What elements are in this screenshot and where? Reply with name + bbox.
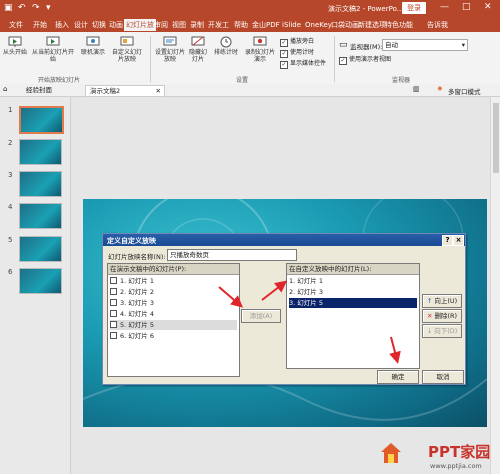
annotation-arrows [218,280,401,364]
watermark-url: www.pptjia.com [430,462,482,470]
red-arrow-icon [389,336,401,364]
red-arrow-icon [261,280,288,301]
red-arrow-icon [218,286,244,308]
house-logo-icon [381,443,401,463]
watermark-name: PPT家园 [428,443,491,461]
